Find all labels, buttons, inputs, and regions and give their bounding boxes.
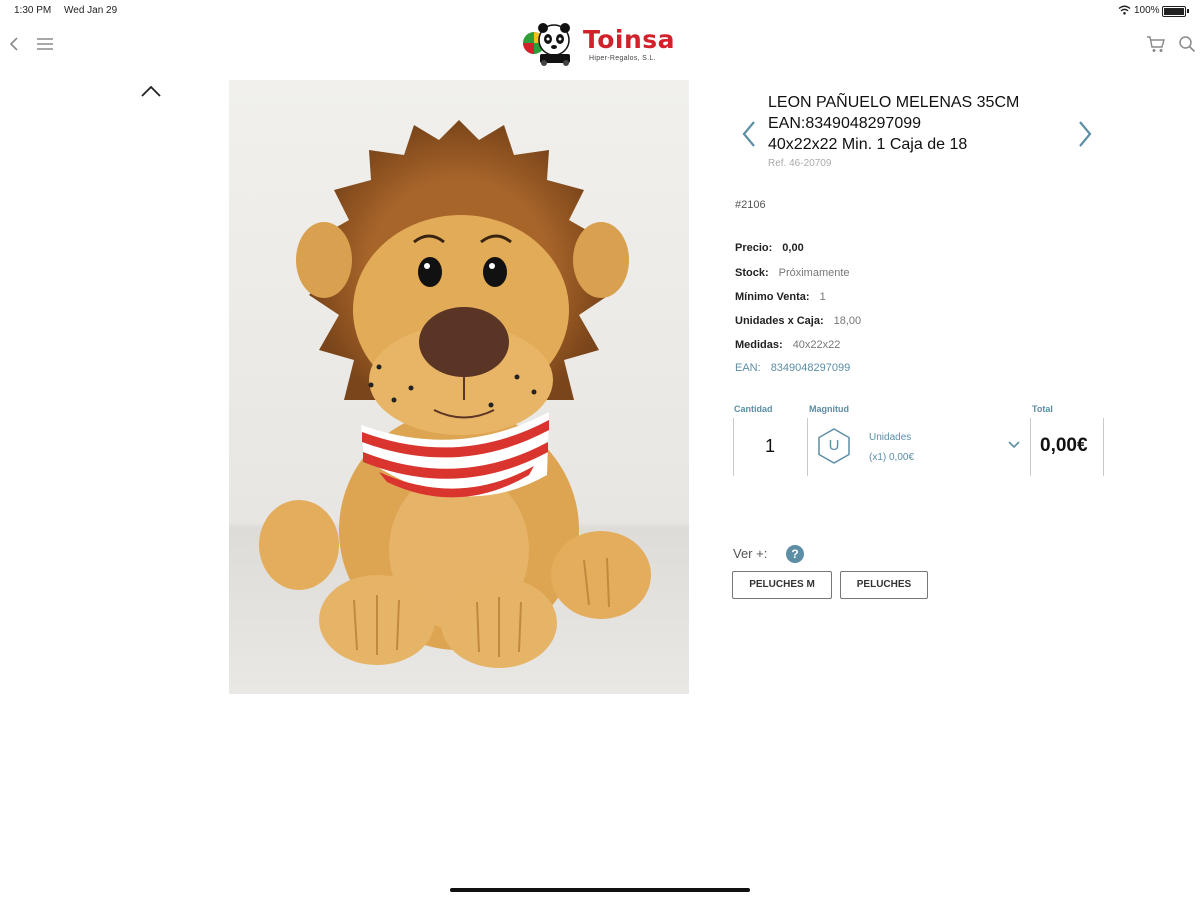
spec-value: 0,00 [782, 242, 804, 254]
unit-symbol: U [828, 437, 840, 454]
spec-value: Próximamente [778, 267, 850, 279]
magnitude-label: Magnitud [809, 404, 849, 414]
menu-icon[interactable] [36, 37, 54, 51]
help-icon[interactable]: ? [786, 545, 804, 563]
chevron-up-icon[interactable] [140, 84, 162, 98]
spec-key: Precio: [735, 242, 773, 254]
spec-key: EAN: [735, 362, 761, 374]
spec-key: Stock: [735, 267, 769, 279]
product-title-line: EAN:8349048297099 [768, 115, 922, 132]
spec-key: Unidades x Caja: [735, 315, 824, 327]
product-title-line: LEON PAÑUELO MELENAS 35CM [768, 94, 1020, 111]
status-date: Wed Jan 29 [64, 5, 118, 16]
spec-stock: Stock: Próximamente [735, 267, 850, 279]
back-icon[interactable] [8, 36, 20, 52]
spec-dimensions: Medidas: 40x22x22 [735, 339, 840, 351]
product-code: #2106 [735, 199, 766, 211]
total-label: Total [1032, 404, 1053, 414]
previous-product-icon[interactable] [740, 120, 758, 148]
spec-minimum-sale: Mínimo Venta: 1 [735, 291, 826, 303]
spec-price: Precio: 0,00 [735, 242, 804, 254]
spec-value: 1 [819, 291, 826, 303]
status-time: 1:30 PM [14, 5, 52, 16]
home-indicator[interactable] [450, 888, 750, 892]
category-tag-peluches-m[interactable]: PELUCHES M [732, 571, 832, 599]
spec-units-per-box: Unidades x Caja: 18,00 [735, 315, 861, 327]
spec-key: Medidas: [735, 339, 783, 351]
see-more-label: Ver +: [733, 546, 768, 561]
unit-name: Unidades [869, 432, 912, 443]
battery-nub [1187, 9, 1189, 13]
wifi-icon [1118, 5, 1131, 15]
spec-value: 8349048297099 [770, 362, 851, 374]
lion-plush-illustration [229, 80, 689, 694]
spec-key: Mínimo Venta: [735, 291, 810, 303]
divider [1103, 418, 1104, 476]
search-icon[interactable] [1178, 35, 1196, 53]
quantity-input[interactable]: 1 [733, 436, 807, 457]
spec-value: 18,00 [833, 315, 862, 327]
divider [1030, 418, 1031, 476]
battery-icon [1162, 6, 1186, 17]
product-ref: Ref. 46-20709 [768, 158, 832, 169]
spec-value: 40x22x22 [792, 339, 841, 351]
cart-icon[interactable] [1146, 34, 1166, 54]
product-title: LEON PAÑUELO MELENAS 35CM EAN:8349048297… [768, 92, 1068, 155]
unit-detail: (x1) 0,00€ [869, 452, 915, 463]
quantity-label: Cantidad [734, 404, 773, 414]
chevron-down-icon[interactable] [1007, 440, 1021, 450]
brand-subtitle: Hiper-Regalos, S.L. [589, 55, 656, 62]
panda-logo-icon [523, 23, 570, 66]
product-title-line: 40x22x22 Min. 1 Caja de 18 [768, 136, 968, 153]
total-value: 0,00€ [1040, 435, 1088, 456]
spec-ean: EAN: 8349048297099 [735, 362, 850, 374]
brand-name: Toinsa [583, 25, 676, 54]
divider [807, 418, 808, 476]
next-product-icon[interactable] [1076, 120, 1094, 148]
product-image[interactable] [229, 80, 689, 694]
battery-percentage: 100% [1134, 5, 1160, 16]
category-tag-peluches[interactable]: PELUCHES [840, 571, 928, 599]
